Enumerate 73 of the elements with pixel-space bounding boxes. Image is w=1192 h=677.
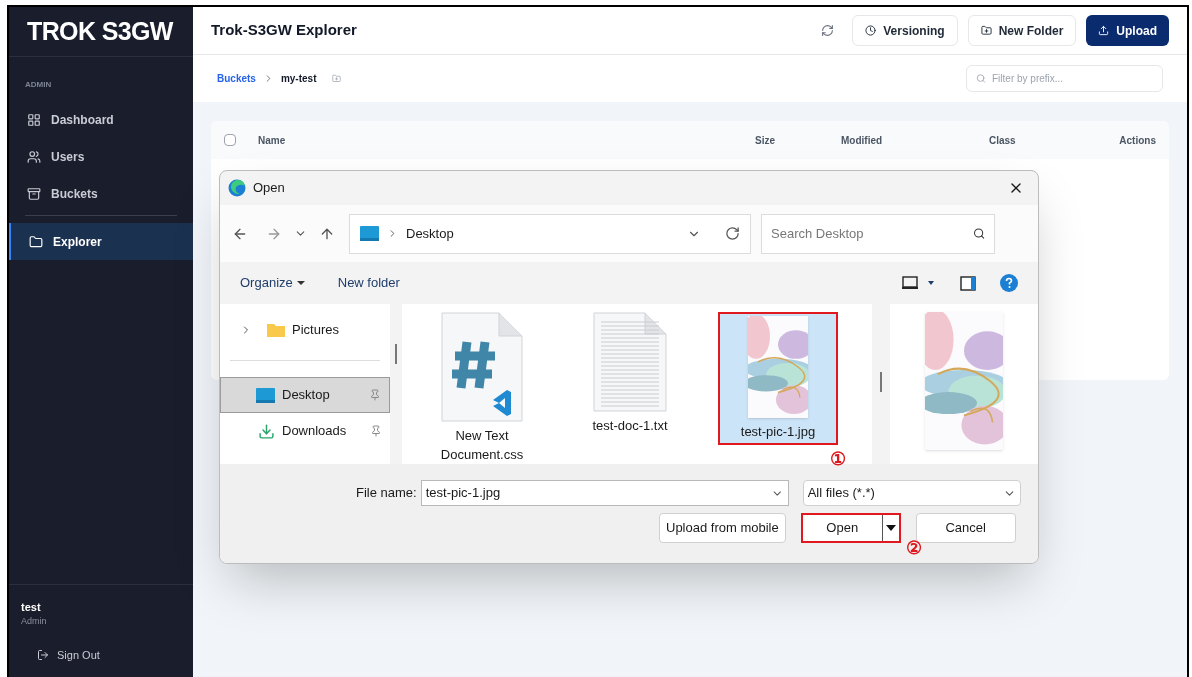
column-header: Modified [841, 133, 884, 148]
address-path: Desktop [406, 224, 454, 243]
sign-out-icon [37, 648, 49, 661]
users-icon [27, 149, 41, 164]
nav-item[interactable]: Users [9, 138, 193, 175]
filter-field[interactable]: Filter by prefix... [966, 65, 1163, 92]
buckets-icon [27, 186, 41, 201]
versioning-button[interactable]: Versioning [852, 15, 958, 46]
upload-button[interactable]: Upload [1086, 15, 1169, 46]
browser-icon [228, 179, 246, 197]
refresh-icon[interactable] [821, 24, 835, 37]
file-type-select[interactable]: All files (*.*) [802, 480, 1021, 506]
caret-icon [296, 281, 305, 285]
organize-button[interactable]: Organize [240, 273, 305, 293]
css-file-icon [441, 312, 523, 422]
new-folder-button[interactable]: New folder [337, 273, 400, 293]
logo: TROK S3GW [27, 15, 173, 47]
desktop-icon [256, 387, 275, 403]
step-marker: ① [830, 448, 846, 470]
search-input[interactable]: Search Desktop [771, 223, 973, 244]
nav-item[interactable]: Buckets [9, 175, 193, 212]
breadcrumb-item[interactable]: Buckets [217, 71, 256, 86]
explorer-icon [29, 234, 43, 249]
versioning-icon [865, 25, 877, 36]
caret-icon[interactable] [885, 525, 896, 531]
view-icon[interactable] [902, 276, 918, 290]
folder-icon [267, 323, 285, 337]
dashboard-icon [27, 112, 41, 127]
filter-input[interactable]: Filter by prefix... [992, 71, 1153, 86]
column-header: Actions [1119, 133, 1156, 148]
folder-button[interactable]: New Folder [967, 15, 1077, 46]
splitter-handle[interactable] [880, 372, 882, 392]
nav-item[interactable]: Dashboard [9, 101, 193, 138]
file-name-input[interactable]: test-pic-1.jpg [425, 483, 772, 503]
open-label: Open [825, 519, 860, 538]
nav-pane-item[interactable]: Downloads [220, 413, 390, 449]
upload-icon [1098, 25, 1110, 36]
folder-icon [980, 25, 992, 36]
download-icon [258, 422, 275, 440]
text-file-icon [593, 312, 667, 412]
file-item[interactable]: New Text Document.css [422, 312, 542, 466]
upload-from-mobile-button[interactable]: Upload from mobile [659, 513, 786, 543]
dialog-title: Open [253, 179, 285, 198]
column-header: Size [755, 133, 776, 148]
address-bar[interactable]: Desktop [349, 213, 751, 254]
caret-icon[interactable] [928, 281, 934, 285]
file-name-label: File name: [356, 484, 417, 503]
open-button[interactable]: Open [800, 513, 901, 543]
pin-icon [370, 425, 382, 437]
refresh-icon[interactable] [725, 226, 740, 241]
file-item[interactable]: test-pic-1.jpg [718, 312, 838, 445]
search-field[interactable]: Search Desktop [761, 213, 995, 254]
file-item[interactable]: test-doc-1.txt [570, 312, 690, 437]
nav-item[interactable]: Explorer [9, 223, 193, 260]
user-name: test [21, 599, 42, 615]
sign-out-button[interactable]: Sign Out [37, 646, 181, 663]
nav-pane-item[interactable]: Desktop [220, 377, 390, 413]
select-all-checkbox[interactable] [224, 134, 236, 146]
nav-pane-item[interactable]: Pictures [220, 312, 390, 348]
section-label: ADMIN [24, 79, 53, 91]
pin-icon [369, 389, 381, 401]
column-header: Name [258, 133, 287, 148]
page-title: Trok-S3GW Explorer [211, 20, 357, 41]
breadcrumb-item: my-test [280, 72, 317, 86]
help-icon[interactable] [1000, 274, 1018, 292]
search-icon [972, 227, 985, 240]
user-role: Admin [21, 615, 48, 628]
file-name-field[interactable]: test-pic-1.jpg [420, 480, 789, 506]
scrollbar-thumb[interactable] [395, 344, 397, 364]
preview-pane-icon[interactable] [960, 275, 976, 291]
column-header: Class [989, 133, 1017, 148]
desktop-icon [360, 226, 379, 241]
search-icon [976, 73, 986, 84]
